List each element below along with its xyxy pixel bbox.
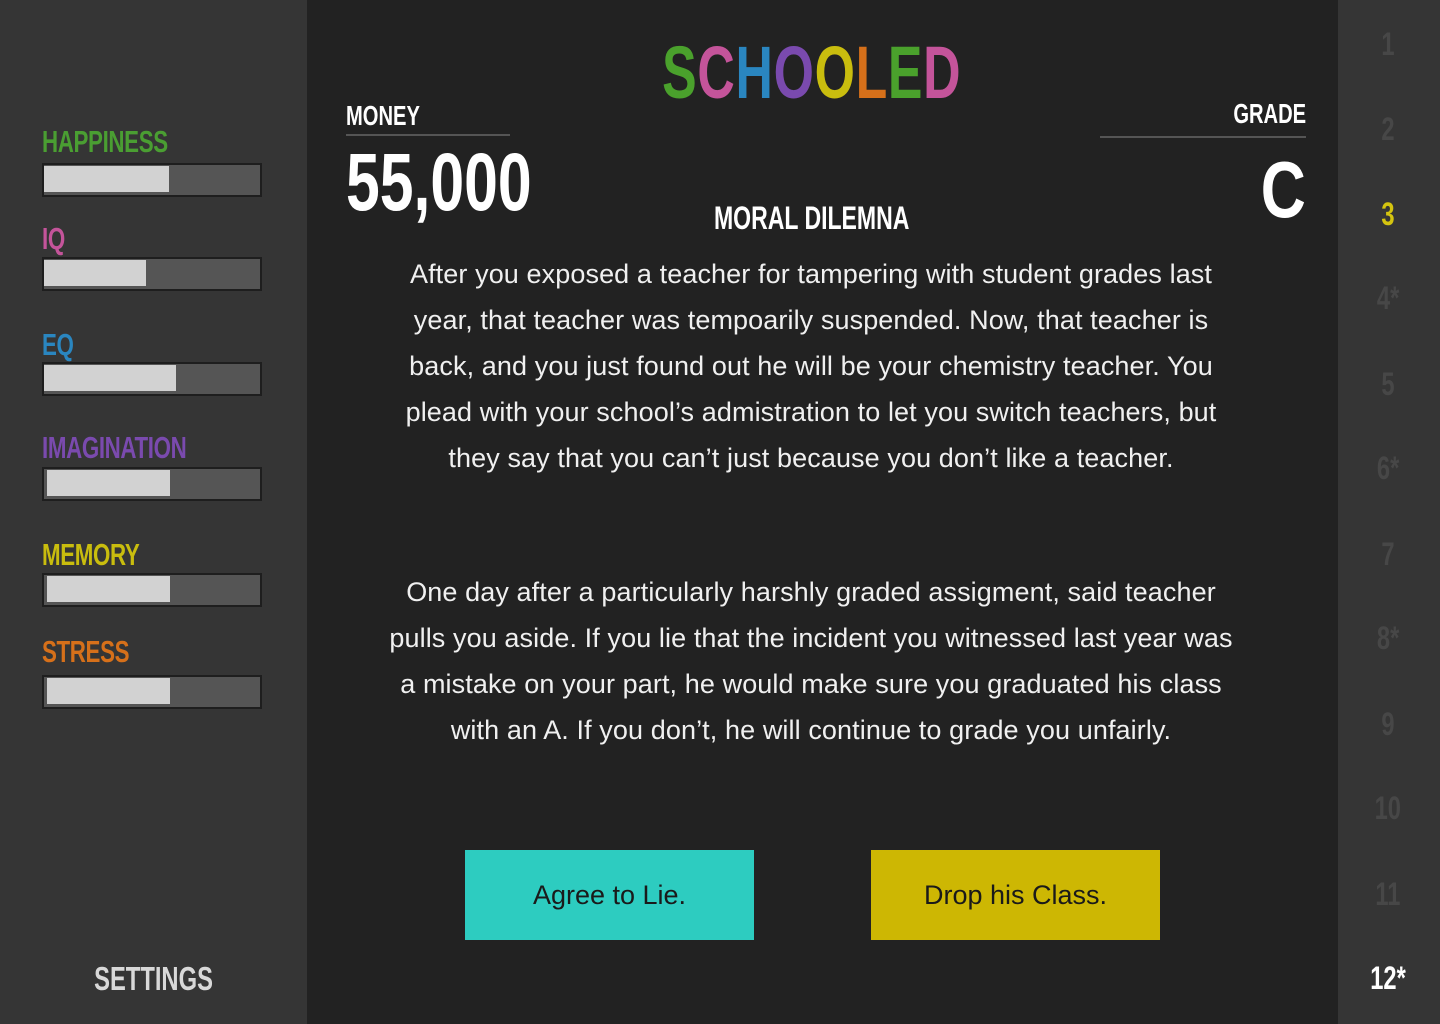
level-4-label: 4* — [1376, 280, 1400, 316]
game-title: SCHOOLED — [306, 30, 1318, 115]
title-letter-1: S — [662, 31, 698, 114]
dilemma-heading: MORAL DILEMNA — [306, 200, 1318, 237]
level-11-label: 11 — [1375, 876, 1401, 912]
stat-bar-eq — [42, 362, 262, 396]
level-8[interactable]: 8* — [1338, 620, 1438, 657]
level-11[interactable]: 11 — [1338, 876, 1438, 913]
level-2-label: 2 — [1381, 111, 1395, 147]
grade-label: GRADE — [1205, 98, 1306, 130]
level-3-label: 3 — [1381, 196, 1395, 232]
level-1[interactable]: 1 — [1338, 26, 1438, 63]
game-title-letters: SCHOOLED — [662, 30, 961, 115]
level-8-label: 8* — [1376, 620, 1400, 656]
level-12[interactable]: 12* — [1338, 960, 1438, 997]
choice-agree-to-lie-button[interactable]: Agree to Lie. — [465, 850, 754, 940]
choice-drop-class-button[interactable]: Drop his Class. — [871, 850, 1160, 940]
level-rail: 1 2 3 4* 5 6* 7 8* 9 10 11 12* — [1338, 0, 1440, 1024]
dilemma-heading-text: MORAL DILEMNA — [714, 200, 910, 236]
stat-fill-happiness — [44, 166, 169, 192]
level-3[interactable]: 3 — [1338, 196, 1438, 233]
stat-label-memory: MEMORY — [42, 537, 140, 572]
level-7[interactable]: 7 — [1338, 536, 1438, 573]
stat-fill-iq — [44, 260, 146, 286]
title-letter-8: D — [923, 31, 962, 114]
level-10-label: 10 — [1374, 790, 1402, 826]
level-5[interactable]: 5 — [1338, 366, 1438, 403]
title-letter-5: O — [814, 31, 856, 114]
title-letter-3: H — [735, 31, 774, 114]
title-letter-6: L — [855, 31, 889, 114]
level-1-label: 1 — [1381, 26, 1395, 62]
stat-fill-eq — [44, 365, 176, 391]
level-5-label: 5 — [1381, 366, 1395, 402]
stat-bar-imagination — [42, 467, 262, 501]
stat-label-eq: EQ — [42, 327, 74, 362]
stats-sidebar: HAPPINESS IQ EQ IMAGINATION MEMORY STRES… — [0, 0, 307, 1024]
level-6-label: 6* — [1376, 450, 1400, 486]
grade-divider — [1100, 136, 1306, 138]
dilemma-paragraph-2: One day after a particularly harshly gra… — [389, 577, 1233, 745]
level-7-label: 7 — [1381, 536, 1395, 572]
stat-bar-happiness — [42, 163, 262, 197]
stat-label-iq: IQ — [42, 221, 65, 256]
grade-label-text: GRADE — [1233, 98, 1306, 129]
stat-fill-memory — [47, 576, 170, 602]
level-9[interactable]: 9 — [1338, 706, 1438, 743]
level-10[interactable]: 10 — [1338, 790, 1438, 827]
level-2[interactable]: 2 — [1338, 111, 1438, 148]
level-9-label: 9 — [1381, 706, 1395, 742]
level-12-label: 12* — [1370, 960, 1406, 996]
level-6[interactable]: 6* — [1338, 450, 1438, 487]
title-letter-2: C — [697, 31, 736, 114]
stat-fill-imagination — [47, 470, 170, 496]
stat-bar-stress — [42, 675, 262, 709]
stat-label-stress: STRESS — [42, 634, 130, 669]
level-4[interactable]: 4* — [1338, 280, 1438, 317]
title-letter-4: O — [773, 31, 815, 114]
dilemma-paragraph-1: After you exposed a teacher for tamperin… — [405, 259, 1217, 473]
stat-bar-memory — [42, 573, 262, 607]
stat-label-happiness: HAPPINESS — [42, 124, 168, 159]
stat-label-imagination: IMAGINATION — [42, 430, 187, 465]
stat-bar-iq — [42, 257, 262, 291]
money-label: MONEY — [346, 100, 449, 132]
title-letter-7: E — [888, 31, 924, 114]
money-label-text: MONEY — [346, 100, 420, 131]
settings-button[interactable]: SETTINGS — [0, 960, 307, 998]
stat-fill-stress — [47, 678, 170, 704]
settings-label: SETTINGS — [94, 960, 213, 997]
